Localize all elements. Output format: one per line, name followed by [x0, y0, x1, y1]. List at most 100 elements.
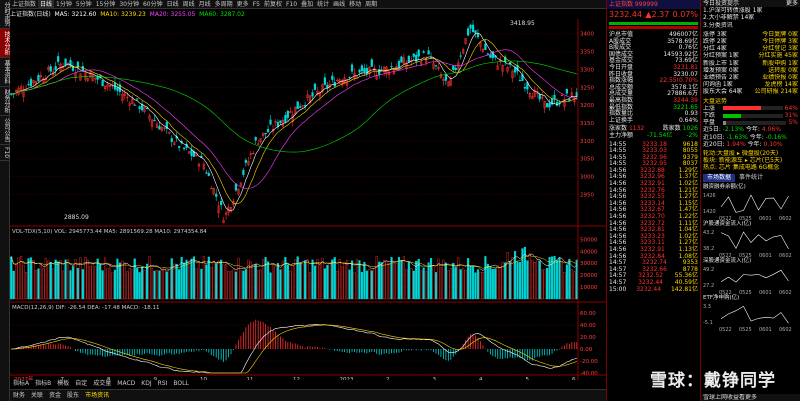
info-tab-1[interactable]: 关联 — [28, 390, 46, 401]
volume-bar — [207, 256, 210, 300]
candle-body — [390, 66, 393, 68]
tick-list[interactable]: 14:55 3233.18 9618 14:55 3233.03 8055 14:55 323… — [607, 141, 700, 294]
left-tab-5[interactable]: F10 — [0, 145, 10, 162]
mini-x-tick: 0601 — [759, 216, 772, 221]
candle-body — [81, 66, 84, 72]
candle-body — [486, 53, 489, 55]
top-tab-12[interactable]: F5 — [251, 0, 262, 8]
left-tab-0[interactable]: 分时走势 — [0, 0, 10, 29]
top-tab-6[interactable]: 60分钟 — [141, 0, 165, 8]
volume-bar — [69, 270, 72, 300]
candle-body — [205, 172, 208, 174]
volume-bar — [373, 268, 376, 300]
top-tab-13[interactable]: 前复权 — [262, 0, 284, 8]
hot-topic[interactable]: 板块: 新能源车 ▸ 芯片(已5天) — [701, 157, 800, 164]
volume-bar — [54, 259, 57, 300]
left-tab-3[interactable]: 财务分析 — [0, 87, 10, 116]
top-tab-18[interactable]: 移动 — [347, 0, 363, 8]
info-tab-2[interactable]: 资金 — [46, 390, 64, 401]
candle-body — [565, 88, 569, 94]
volume-bar — [150, 267, 154, 300]
volume-bar — [291, 264, 294, 300]
volume-bar — [501, 261, 504, 300]
volume-bar — [350, 260, 354, 300]
hot-topic[interactable]: 热点: 芯片 集成电路 6G概念 — [701, 164, 800, 171]
tip-line[interactable]: 1.沪深可转债涨股 1家 — [701, 7, 800, 14]
indicator-tab-6[interactable]: KDJ — [138, 380, 154, 388]
volume-bar — [323, 268, 326, 300]
top-tab-15[interactable]: 叠加 — [299, 0, 315, 8]
stat-row: 新股上市 1家 新股申购 1家 — [703, 59, 798, 67]
candle-body — [417, 49, 420, 57]
left-tab-2[interactable]: 基本资料 — [0, 58, 10, 87]
top-tab-7[interactable]: 日线 — [165, 0, 181, 8]
volume-bar — [313, 265, 317, 300]
candle-body — [350, 64, 354, 72]
top-tab-9[interactable]: 月线 — [197, 0, 213, 8]
macd-tick: 60.00 — [580, 311, 596, 317]
volume-bar — [210, 267, 213, 300]
indicator-tabs: 指标A 指标B 模板 自定 成交量 MACD KDJ RSI BOLL — [10, 380, 606, 388]
tip-line[interactable]: 3.分类资讯 — [701, 22, 800, 29]
top-tab-14[interactable]: F10 — [284, 0, 299, 8]
top-tab-8[interactable]: 周线 — [181, 0, 197, 8]
volume-bar — [427, 262, 430, 300]
volume-bar — [42, 268, 45, 300]
more-link[interactable]: 更多 — [786, 0, 798, 7]
indicator-tab-1[interactable]: 指标B — [32, 380, 54, 388]
info-tab-0[interactable]: 财务 — [10, 390, 28, 401]
volume-bar — [52, 268, 55, 300]
hot-topic[interactable]: 轮动:大盘股 ▸ 微盘股(20天) — [701, 150, 800, 157]
volume-bar — [407, 261, 410, 300]
volume-bar — [74, 259, 77, 300]
kline-chart[interactable]: 3400 3350 3300 3250 3200 3150 3100 3050 3000 2950… — [10, 19, 606, 380]
volume-bar — [434, 272, 438, 300]
indicator-tab-0[interactable]: 指标A — [10, 380, 32, 388]
left-tab-1[interactable]: 技术分析 — [0, 29, 10, 58]
volume-bar — [217, 260, 220, 300]
info-tab-4[interactable]: 市场资讯 — [82, 390, 112, 401]
volume-bar — [355, 259, 359, 300]
top-tab-2[interactable]: 1分钟 — [54, 0, 74, 8]
volume-bar — [358, 260, 361, 300]
indicator-tab-8[interactable]: BOLL — [170, 380, 191, 388]
indicator-tab-7[interactable]: RSI — [155, 380, 171, 388]
top-tab-19[interactable]: 周期 — [363, 0, 379, 8]
volume-bar — [383, 260, 386, 300]
volume-bar — [32, 259, 35, 300]
top-tab-3[interactable]: 5分钟 — [74, 0, 94, 8]
data-tab-0[interactable]: 市场数据 — [703, 173, 736, 182]
info-tab-3[interactable]: 股东 — [64, 390, 82, 401]
indicator-tab-2[interactable]: 模板 — [54, 380, 72, 388]
volume-bar — [108, 264, 112, 300]
volume-bar — [170, 258, 173, 300]
market-bar-fill — [723, 120, 727, 125]
indicator-tab-4[interactable]: 成交量 — [90, 380, 114, 388]
hot-topics: 轮动:大盘股 ▸ 微盘股(20天) 板块: 新能源车 ▸ 芯片(已5天) 热点: 芯… — [701, 150, 800, 172]
price-axis: 3400 3350 3300 3250 3200 3150 3100 3050 3000 2950 — [580, 32, 594, 199]
top-tab-0[interactable]: 上证指数 — [10, 0, 38, 8]
stat-row: 涨停 3家 今日复牌 0家 — [703, 30, 798, 38]
indicator-tab-5[interactable]: MACD — [114, 380, 138, 388]
left-tab-4[interactable]: 公司公告 — [0, 116, 10, 145]
top-tab-11[interactable]: 更多 — [235, 0, 251, 8]
top-tab-16[interactable]: 统计 — [315, 0, 331, 8]
volume-bar — [222, 264, 225, 300]
top-tab-10[interactable]: 多周期 — [213, 0, 235, 8]
top-tab-5[interactable]: 30分钟 — [117, 0, 141, 8]
stat-row: 分红 4家 分红登记 3家 — [703, 45, 798, 53]
tip-line[interactable]: 2.大小非解禁 14家 — [701, 14, 800, 21]
volume-bar — [200, 268, 203, 300]
top-tab-4[interactable]: 15分钟 — [94, 0, 118, 8]
top-tab-1[interactable]: 日线 — [38, 0, 55, 8]
indicator-tab-3[interactable]: 自定 — [72, 380, 90, 388]
top-tab-17[interactable]: 画线 — [331, 0, 347, 8]
volume-bar — [410, 268, 413, 300]
volume-bar — [276, 262, 280, 300]
footer-link[interactable]: 雪球上网收益看更多 — [701, 393, 800, 401]
volume-bar — [192, 256, 196, 300]
quote-title[interactable]: 上证指数 999999 — [607, 0, 700, 9]
data-tab-1[interactable]: 事件统计 — [735, 174, 767, 182]
volume-bar — [363, 261, 366, 300]
index-name: 上证指数(日线) — [10, 11, 51, 18]
